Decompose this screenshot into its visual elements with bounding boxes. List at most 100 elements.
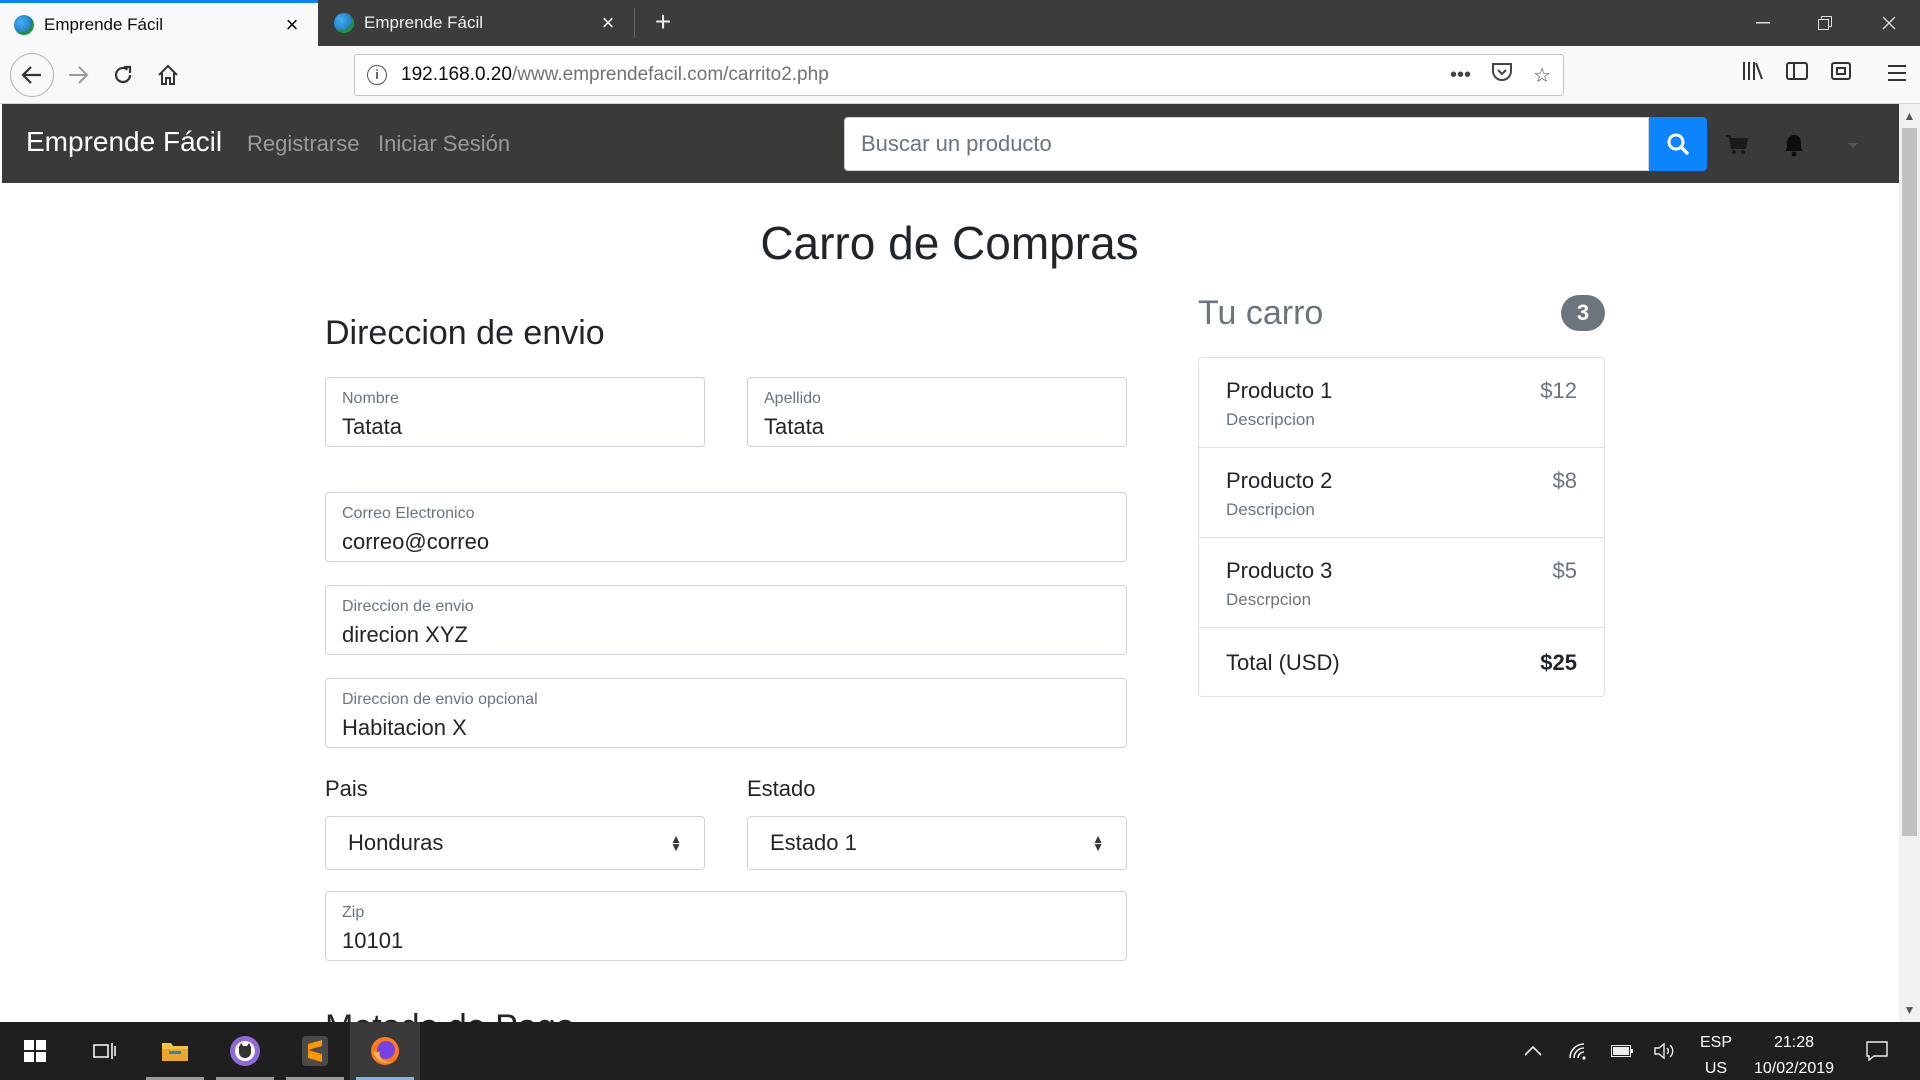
- system-clock[interactable]: 21:28 10/02/2019: [1744, 1030, 1844, 1080]
- tab-title: Emprende Fácil: [44, 14, 164, 34]
- estado-selected-value: Estado 1: [770, 830, 857, 855]
- nav-link-registrarse[interactable]: Registrarse: [247, 131, 359, 157]
- product-search-input[interactable]: Buscar un producto: [844, 117, 1649, 171]
- tab-emprende-facil[interactable]: Emprende Fácil ×: [320, 0, 634, 46]
- sublime-text-icon[interactable]: [280, 1022, 350, 1080]
- tab-title: Emprende Fácil: [364, 13, 484, 32]
- url-host: 192.168.0.20: [401, 64, 512, 85]
- battery-icon[interactable]: [1607, 1022, 1637, 1080]
- select-arrows-icon: ▲ ▼: [670, 832, 682, 854]
- nombre-field[interactable]: Nombre Tatata: [325, 377, 705, 447]
- cart-item-name: Producto 1: [1226, 378, 1333, 403]
- apellido-value: Tatata: [764, 414, 824, 439]
- direccion-opcional-field[interactable]: Direccion de envio opcional Habitacion X: [325, 678, 1127, 748]
- clock-date: 10/02/2019: [1753, 1060, 1835, 1077]
- site-navbar: Emprende Fácil Registrarse Iniciar Sesió…: [2, 104, 1899, 183]
- cart-item-description: Descrpcion: [1226, 590, 1312, 609]
- cart-item: Producto 1 Descripcion $12: [1199, 358, 1604, 448]
- page-title: Carro de Compras: [760, 217, 1139, 269]
- zip-value: 10101: [342, 928, 404, 953]
- cart-item: Producto 3 Descrpcion $5: [1199, 538, 1604, 628]
- site-info-icon[interactable]: i: [367, 65, 387, 85]
- cart-icon[interactable]: [1722, 130, 1752, 160]
- site-favicon-icon: [334, 13, 354, 33]
- correo-value: correo@correo: [342, 529, 490, 554]
- wifi-icon[interactable]: [1564, 1022, 1594, 1080]
- pocket-icon[interactable]: [1491, 62, 1513, 88]
- forward-arrow-icon[interactable]: [58, 55, 98, 95]
- cart-list: Producto 1 Descripcion $12 Producto 2 De…: [1198, 357, 1605, 697]
- direccion-label: Direccion de envio: [342, 598, 474, 615]
- cart-item-price: $5: [1552, 558, 1577, 583]
- menu-hamburger-icon[interactable]: [1882, 60, 1912, 90]
- browser-tab-bar: Emprende Fácil × Emprende Fácil × +: [0, 0, 1920, 46]
- minimize-window-icon[interactable]: [1732, 0, 1794, 46]
- apellido-field[interactable]: Apellido Tatata: [747, 377, 1127, 447]
- tab-emprende-facil-active[interactable]: Emprende Fácil ×: [0, 0, 318, 46]
- direccion-value: direcion XYZ: [342, 622, 468, 647]
- url-text: 192.168.0.20/www.emprendefacil.com/carri…: [401, 64, 1430, 86]
- back-arrow-icon[interactable]: [10, 53, 54, 97]
- address-bar[interactable]: i 192.168.0.20/www.emprendefacil.com/car…: [354, 54, 1564, 96]
- page-actions-icon[interactable]: •••: [1450, 64, 1471, 87]
- pais-selected-value: Honduras: [348, 830, 444, 855]
- correo-field[interactable]: Correo Electronico correo@correo: [325, 492, 1127, 562]
- url-path: /www.emprendefacil.com/carrito2.php: [511, 64, 829, 85]
- extension-icon[interactable]: [1826, 60, 1856, 90]
- cart-title: Tu carro: [1198, 294, 1324, 332]
- select-arrows-icon: ▲ ▼: [1092, 832, 1104, 854]
- zip-field[interactable]: Zip 10101: [325, 891, 1127, 961]
- shipping-section-title: Direccion de envio: [325, 314, 605, 352]
- browser-navigation-bar: i 192.168.0.20/www.emprendefacil.com/car…: [0, 46, 1920, 104]
- direccion-field[interactable]: Direccion de envio direcion XYZ: [325, 585, 1127, 655]
- correo-label: Correo Electronico: [342, 505, 475, 522]
- github-desktop-icon[interactable]: [210, 1022, 280, 1080]
- file-explorer-icon[interactable]: [140, 1022, 210, 1080]
- pais-select[interactable]: Honduras ▲ ▼: [325, 816, 705, 870]
- volume-icon[interactable]: [1650, 1022, 1680, 1080]
- language-code: ESP: [1699, 1034, 1732, 1051]
- scrollbar-thumb[interactable]: [1902, 128, 1917, 836]
- new-tab-plus-icon[interactable]: +: [646, 6, 680, 40]
- scroll-down-arrow-icon[interactable]: ▼: [1899, 1000, 1920, 1020]
- restore-window-icon[interactable]: [1794, 0, 1856, 46]
- direccion-opcional-label: Direccion de envio opcional: [342, 691, 538, 708]
- nav-link-iniciar-sesion[interactable]: Iniciar Sesión: [378, 131, 510, 157]
- keyboard-layout: US: [1704, 1060, 1728, 1077]
- action-center-icon[interactable]: [1862, 1022, 1892, 1080]
- tab-close-icon[interactable]: ×: [280, 12, 304, 38]
- tab-separator: [634, 8, 635, 38]
- input-language-indicator[interactable]: ESP US: [1692, 1030, 1740, 1080]
- zip-label: Zip: [342, 904, 365, 921]
- windows-taskbar: ESP US 21:28 10/02/2019: [0, 1022, 1920, 1080]
- cart-total-row: Total (USD) $25: [1199, 628, 1604, 696]
- tab-close-icon[interactable]: ×: [596, 10, 620, 36]
- sidebar-icon[interactable]: [1782, 60, 1812, 90]
- windows-start-icon[interactable]: [0, 1022, 70, 1080]
- close-window-icon[interactable]: [1858, 0, 1920, 46]
- cart-item-name: Producto 2: [1226, 468, 1333, 493]
- nombre-value: Tatata: [342, 414, 402, 439]
- cart-item-price: $8: [1552, 468, 1577, 493]
- bookmark-star-icon[interactable]: ☆: [1533, 63, 1551, 88]
- reload-icon[interactable]: [103, 55, 143, 95]
- show-hidden-icons-chevron-icon[interactable]: [1518, 1022, 1548, 1080]
- firefox-icon[interactable]: [350, 1022, 420, 1080]
- cart-item-name: Producto 3: [1226, 558, 1333, 583]
- cart-item: Producto 2 Descripcion $8: [1199, 448, 1604, 538]
- search-icon: [1667, 133, 1689, 155]
- site-favicon-icon: [14, 14, 34, 35]
- direccion-opcional-value: Habitacion X: [342, 715, 467, 740]
- nombre-label: Nombre: [342, 390, 399, 407]
- search-placeholder: Buscar un producto: [861, 131, 1052, 156]
- bell-icon[interactable]: [1779, 130, 1809, 160]
- search-button[interactable]: [1649, 117, 1707, 171]
- task-view-icon[interactable]: [70, 1022, 140, 1080]
- home-icon[interactable]: [148, 55, 188, 95]
- library-icon[interactable]: [1738, 60, 1768, 90]
- page-scrollbar[interactable]: ▲ ▼: [1899, 104, 1920, 1022]
- dropdown-caret-icon[interactable]: [1838, 130, 1868, 160]
- site-brand[interactable]: Emprende Fácil: [26, 126, 222, 158]
- scroll-up-arrow-icon[interactable]: ▲: [1899, 106, 1920, 126]
- estado-select[interactable]: Estado 1 ▲ ▼: [747, 816, 1127, 870]
